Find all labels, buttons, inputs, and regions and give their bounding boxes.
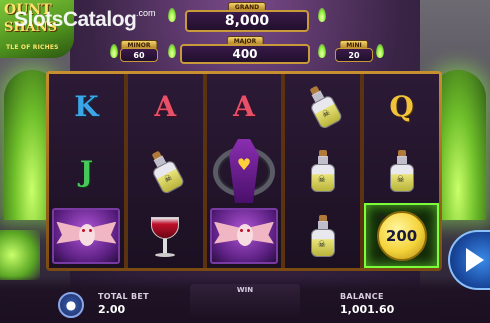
flame-icon: [318, 44, 326, 58]
reels-frame: K J A ☠ A ♥ ☠ ☠ ☠ Q ☠ 200 ✤: [46, 71, 442, 271]
reel-cell: 200 ✤: [364, 203, 439, 269]
jackpot-grand-value: 8,000: [185, 10, 309, 32]
flame-icon: [110, 44, 118, 58]
reel-5: Q ☠ 200 ✤: [364, 74, 439, 269]
reel-cell: ☠: [364, 139, 439, 204]
reel-cell: A: [128, 74, 203, 139]
flame-icon: [376, 44, 384, 58]
reel-cell: [207, 203, 282, 268]
reels-grid: K J A ☠ A ♥ ☠ ☠ ☠ Q ☠ 200 ✤: [49, 74, 439, 269]
jackpot-major: MAJOR 400: [180, 36, 310, 64]
reel-cell: Q: [364, 74, 439, 139]
win-label: WIN: [236, 286, 254, 294]
bat-symbol-icon: [52, 207, 121, 264]
jackpot-mini: MINI 20: [335, 40, 373, 62]
win-display: WIN: [190, 284, 300, 316]
watermark-brand: SlotsCatalog: [14, 8, 137, 31]
potion-bottle-icon: ☠: [144, 146, 187, 196]
balance-label: BALANCE: [340, 292, 384, 301]
logo-tagline: TLE OF RICHES: [6, 44, 59, 51]
reel-2: A ☠: [127, 74, 203, 268]
jackpot-minor-value: 60: [120, 48, 158, 62]
symbol-q: Q: [389, 89, 414, 123]
flame-icon: [168, 44, 176, 58]
left-green-glow: [0, 230, 40, 280]
total-bet-label: TOTAL BET: [98, 292, 149, 301]
win-value: [190, 294, 300, 296]
stack-coins-icon: ●: [65, 298, 77, 312]
total-bet-value: 2.00: [98, 303, 126, 316]
watermark-suffix: .com: [136, 8, 156, 18]
balance-value: 1,001.60: [340, 303, 395, 316]
jackpot-minor: MINOR 60: [120, 40, 158, 62]
reel-cell: [128, 203, 203, 268]
potion-bottle-icon: ☠: [301, 82, 344, 131]
reel-cell: [49, 203, 124, 268]
potion-bottle-icon: ☠: [310, 214, 336, 257]
reel-4: ☠ ☠ ☠: [285, 74, 361, 268]
bet-settings-button[interactable]: ●: [58, 292, 84, 318]
jackpot-grand: GRAND 8,000: [185, 2, 309, 32]
flame-icon: [318, 8, 326, 22]
reel-cell: ☠: [285, 139, 360, 204]
reel-3: A ♥: [206, 74, 282, 268]
reel-cell: ♥: [207, 139, 282, 204]
reel-cell: J: [49, 139, 124, 204]
jackpot-major-value: 400: [180, 44, 310, 64]
reel-cell: ☠: [285, 203, 360, 268]
small-bat-icon: ✤: [378, 213, 386, 224]
potion-bottle-icon: ☠: [310, 150, 336, 192]
symbol-j: J: [79, 154, 94, 188]
reel-cell: A: [207, 74, 282, 139]
reel-cell: ☠: [128, 139, 203, 204]
symbol-a: A: [154, 89, 177, 123]
symbol-a: A: [233, 89, 255, 123]
coffin-wild-icon: ♥: [211, 139, 277, 203]
symbol-k: K: [74, 89, 99, 123]
play-arrow-icon: [466, 248, 484, 272]
potion-bottle-icon: ☠: [389, 150, 415, 192]
jackpot-mini-value: 20: [335, 48, 373, 62]
wine-glass-icon: [148, 213, 182, 259]
flame-icon: [168, 8, 176, 22]
reel-cell: ☠: [285, 74, 360, 139]
reel-cell: K: [49, 74, 124, 139]
bat-symbol-icon: [209, 207, 278, 264]
reel-1: KJ: [49, 74, 124, 268]
